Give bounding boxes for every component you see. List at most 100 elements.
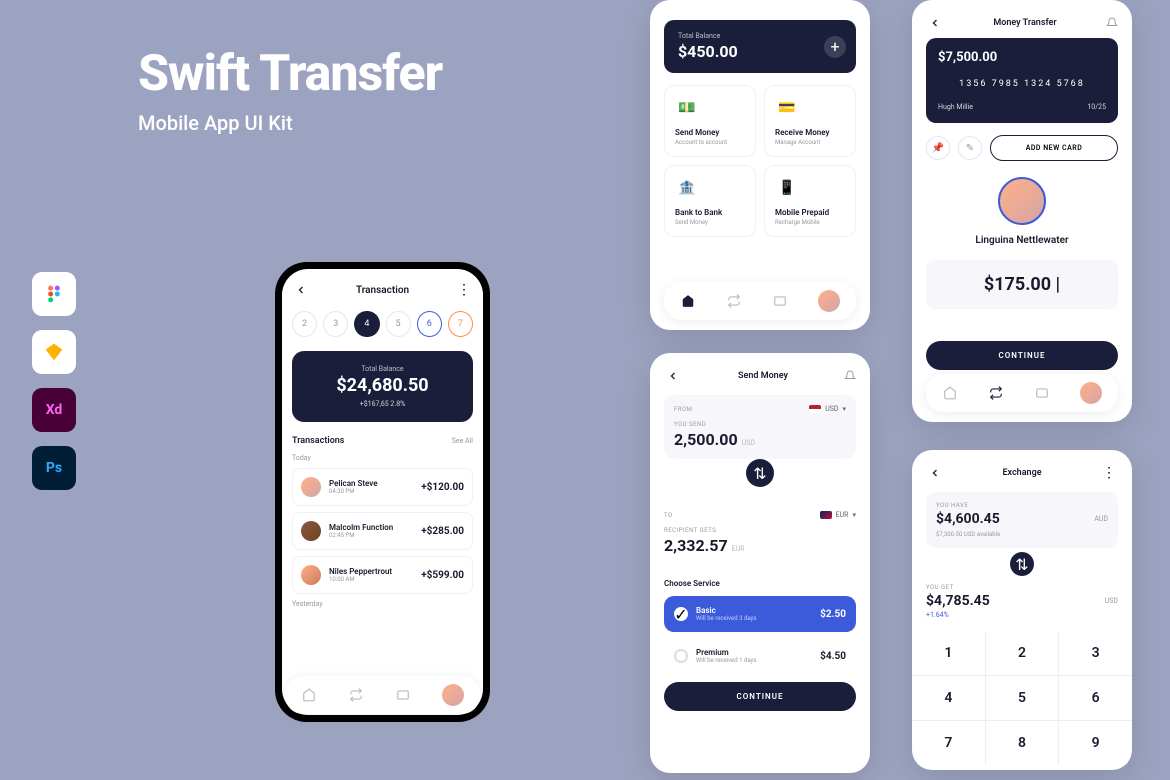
- key-2[interactable]: 2: [986, 631, 1059, 675]
- key-3[interactable]: 3: [1059, 631, 1132, 675]
- more-icon[interactable]: ⋮: [455, 281, 473, 299]
- send-money-icon: 💵: [675, 96, 699, 120]
- mobile-prepaid-card[interactable]: 📱Mobile PrepaidRecharge Mobile: [764, 165, 856, 237]
- tx-amount: +$120.00: [421, 482, 464, 493]
- keypad: 1 2 3 4 5 6 7 8 9: [912, 631, 1132, 765]
- send-money-screen: Send Money FROMUSD ▾ YOU SEND 2,500.00US…: [650, 353, 870, 773]
- back-button[interactable]: [926, 14, 944, 32]
- tx-name: Niles Peppertrout: [329, 567, 413, 576]
- transaction-item[interactable]: Malcolm Function02:45 PM +$285.00: [292, 512, 473, 550]
- wallet-icon[interactable]: [1034, 385, 1050, 401]
- radio-icon: ✓: [674, 607, 688, 621]
- bottom-nav: [285, 676, 480, 714]
- receive-money-icon: 💳: [775, 96, 799, 120]
- profile-avatar[interactable]: [1080, 382, 1102, 404]
- screen-title: Exchange: [1002, 468, 1041, 478]
- more-icon[interactable]: ⋮: [1100, 464, 1118, 482]
- add-button[interactable]: +: [824, 36, 846, 58]
- screen-title: Transaction: [356, 285, 409, 296]
- bank-to-bank-card[interactable]: 🏦Bank to BankSend Money: [664, 165, 756, 237]
- profile-avatar[interactable]: [818, 290, 840, 312]
- notification-icon[interactable]: [844, 370, 856, 382]
- us-flag-icon: [809, 405, 821, 413]
- available-label: $7,300.50 USD available: [936, 531, 1108, 538]
- exchange-screen: Exchange ⋮ YOU HAVE $4,600.45AUD $7,300.…: [912, 450, 1132, 770]
- balance-card: Total Balance $450.00 +: [664, 20, 856, 73]
- key-4[interactable]: 4: [912, 676, 985, 720]
- avatar: [301, 477, 321, 497]
- recipient-name: Linguina Nettlewater: [926, 235, 1118, 246]
- tab-7[interactable]: 7: [448, 311, 473, 337]
- tab-3[interactable]: 3: [323, 311, 348, 337]
- xd-icon: Xd: [32, 388, 76, 432]
- bottom-nav: [926, 374, 1118, 412]
- back-button[interactable]: [292, 281, 310, 299]
- continue-button[interactable]: CONTINUE: [664, 682, 856, 711]
- receive-money-card[interactable]: 💳Receive MoneyManage Account: [764, 85, 856, 157]
- profile-avatar[interactable]: [442, 684, 464, 706]
- ps-icon: Ps: [32, 446, 76, 490]
- transaction-screen: Transaction ⋮ 2 3 4 5 6 7 Total Balance …: [282, 269, 483, 715]
- transfer-icon[interactable]: [348, 687, 364, 703]
- service-premium[interactable]: PremiumWill be received 1 days $4.50: [664, 638, 856, 674]
- tx-name: Pelican Steve: [329, 479, 413, 488]
- wallet-icon[interactable]: [395, 687, 411, 703]
- transaction-item[interactable]: Pelican Steve04:30 PM +$120.00: [292, 468, 473, 506]
- currency-selector[interactable]: USD ▾: [809, 405, 846, 413]
- balance-card: Total Balance $24,680.50 +$167,65 2.8%: [292, 351, 473, 422]
- bank-icon: 🏦: [675, 176, 699, 200]
- see-all-link[interactable]: See All: [452, 437, 473, 445]
- tab-5[interactable]: 5: [386, 311, 411, 337]
- home-icon[interactable]: [680, 293, 696, 309]
- have-amount[interactable]: $4,600.45: [936, 511, 1000, 527]
- back-button[interactable]: [926, 464, 944, 482]
- phone-frame: Transaction ⋮ 2 3 4 5 6 7 Total Balance …: [275, 262, 490, 722]
- tx-name: Malcolm Function: [329, 523, 413, 532]
- transfer-icon[interactable]: [726, 293, 742, 309]
- tool-icons: Xd Ps: [32, 272, 76, 490]
- money-transfer-screen: Money Transfer $7,500.00 1356 7985 1324 …: [912, 0, 1132, 422]
- transaction-item[interactable]: Niles Peppertrout10:00 AM +$599.00: [292, 556, 473, 594]
- amount-input[interactable]: $175.00 |: [926, 260, 1118, 309]
- add-new-card-button[interactable]: ADD NEW CARD: [990, 135, 1118, 161]
- screen-title: Money Transfer: [993, 18, 1056, 28]
- screen-title: Send Money: [738, 371, 788, 381]
- card-name: Hugh Millie: [938, 103, 973, 111]
- home-icon[interactable]: [301, 687, 317, 703]
- tab-6[interactable]: 6: [417, 311, 442, 337]
- key-6[interactable]: 6: [1059, 676, 1132, 720]
- sketch-icon: [32, 330, 76, 374]
- receive-amount: 2,332.57: [664, 536, 728, 555]
- swap-button[interactable]: ⇅: [1010, 552, 1034, 576]
- wallet-icon[interactable]: [772, 293, 788, 309]
- you-have-box: YOU HAVE $4,600.45AUD $7,300.50 USD avai…: [926, 492, 1118, 548]
- key-8[interactable]: 8: [986, 721, 1059, 765]
- tab-2[interactable]: 2: [292, 311, 317, 337]
- edit-icon[interactable]: ✎: [958, 136, 982, 160]
- recipient-profile: Linguina Nettlewater: [926, 177, 1118, 246]
- card-number: 1356 7985 1324 5768: [938, 79, 1106, 89]
- bottom-nav: [664, 282, 856, 320]
- tx-time: 10:00 AM: [329, 576, 413, 583]
- key-1[interactable]: 1: [912, 631, 985, 675]
- send-amount[interactable]: 2,500.00: [674, 430, 738, 449]
- key-9[interactable]: 9: [1059, 721, 1132, 765]
- key-7[interactable]: 7: [912, 721, 985, 765]
- you-get-box: YOU GET $4,785.45USD +1.64%: [926, 584, 1118, 619]
- home-icon[interactable]: [942, 385, 958, 401]
- transfer-icon[interactable]: [988, 385, 1004, 401]
- continue-button[interactable]: CONTINUE: [926, 341, 1118, 370]
- radio-icon: [674, 649, 688, 663]
- service-basic[interactable]: ✓ BasicWill be received 3 days $2.50: [664, 596, 856, 632]
- pin-icon[interactable]: 📌: [926, 136, 950, 160]
- tab-4[interactable]: 4: [354, 311, 379, 337]
- back-button[interactable]: [664, 367, 682, 385]
- send-money-card[interactable]: 💵Send MoneyAccount to account: [664, 85, 756, 157]
- balance-label: Total Balance: [306, 365, 459, 373]
- hero: Swift Transfer Mobile App UI Kit: [138, 45, 442, 135]
- currency-selector[interactable]: EUR ▾: [820, 511, 856, 519]
- balance-amount: $450.00: [678, 42, 842, 61]
- key-5[interactable]: 5: [986, 676, 1059, 720]
- swap-button[interactable]: ⇅: [746, 459, 774, 487]
- notification-icon[interactable]: [1106, 17, 1118, 29]
